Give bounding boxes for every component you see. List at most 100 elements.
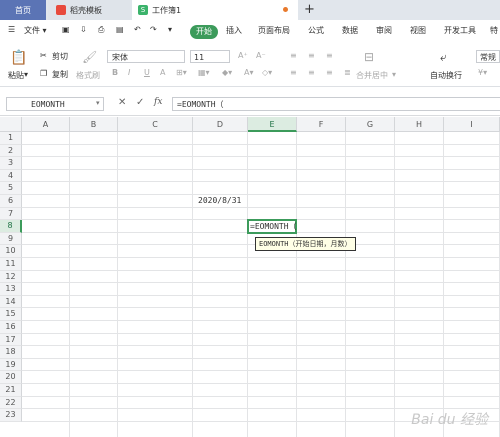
name-box[interactable]: EOMONTH — [6, 97, 104, 111]
font-shrink-icon[interactable]: A⁻ — [256, 51, 266, 60]
column-header-B[interactable]: B — [70, 117, 118, 132]
confirm-icon[interactable]: ✓ — [136, 97, 144, 108]
align-top-icon[interactable]: ≡ — [290, 51, 297, 60]
column-header-D[interactable]: D — [193, 117, 248, 132]
row-header-9[interactable]: 9 — [0, 232, 22, 246]
cell-E8[interactable]: =EOMONTH（ — [250, 221, 297, 232]
export-icon[interactable]: ⇩ — [80, 25, 87, 34]
tab-workbook[interactable]: S 工作簿1 — [132, 0, 298, 20]
wrap-text-button[interactable]: 自动换行 — [430, 70, 462, 81]
row-header-7[interactable]: 7 — [0, 207, 22, 221]
fill-color-icon[interactable]: ◆▾ — [222, 68, 232, 77]
tab-home[interactable]: 首页 — [0, 0, 46, 20]
paste-button[interactable]: 粘贴 — [8, 70, 24, 81]
row-header-13[interactable]: 13 — [0, 283, 22, 296]
gridline — [22, 143, 500, 145]
print-icon[interactable]: ⎙ — [98, 25, 104, 35]
menu-developer[interactable]: 开发工具 — [444, 25, 476, 36]
redo-icon[interactable]: ↷ — [150, 25, 157, 34]
align-left-icon[interactable]: ≡ — [290, 68, 297, 77]
gridline — [22, 156, 500, 158]
menu-view[interactable]: 视图 — [410, 25, 426, 36]
column-header-G[interactable]: G — [346, 117, 395, 132]
tab-docer-templates[interactable]: 稻壳模板 — [48, 0, 130, 20]
border-icon[interactable]: ⊞▾ — [176, 68, 187, 77]
row-header-12[interactable]: 12 — [0, 270, 22, 284]
row-header-21[interactable]: 21 — [0, 384, 22, 397]
menu-file[interactable]: 文件 ▾ — [24, 25, 47, 36]
align-middle-icon[interactable]: ≡ — [308, 51, 315, 60]
row-header-11[interactable]: 11 — [0, 258, 22, 271]
column-header-H[interactable]: H — [395, 117, 444, 132]
cut-button[interactable]: 剪切 — [52, 51, 68, 62]
menu-start[interactable]: 开始 — [190, 25, 218, 39]
save-icon[interactable]: ▣ — [62, 25, 70, 34]
chevron-down-icon[interactable]: ▾ — [392, 70, 396, 79]
row-header-5[interactable]: 5 — [0, 182, 22, 195]
row-header-4[interactable]: 4 — [0, 169, 22, 183]
column-header-F[interactable]: F — [297, 117, 346, 132]
row-header-23[interactable]: 23 — [0, 409, 22, 422]
row-header-19[interactable]: 19 — [0, 358, 22, 372]
column-header-C[interactable]: C — [118, 117, 193, 132]
chevron-down-icon[interactable]: ▾ — [96, 99, 100, 107]
underline-icon[interactable]: U — [144, 68, 150, 77]
row-header-17[interactable]: 17 — [0, 333, 22, 347]
row-header-20[interactable]: 20 — [0, 371, 22, 384]
grid-icon[interactable]: ▦▾ — [198, 68, 210, 77]
align-right-icon[interactable]: ≡ — [326, 68, 333, 77]
gridline — [394, 132, 395, 437]
add-tab-button[interactable]: + — [304, 2, 315, 17]
row-header-10[interactable]: 10 — [0, 245, 22, 258]
bold-icon[interactable]: B — [112, 68, 118, 77]
align-center-icon[interactable]: ≡ — [308, 68, 315, 77]
strikethrough-icon[interactable]: A — [160, 68, 165, 77]
spreadsheet-grid[interactable]: A B C D E F G H I 1 2 3 4 5 6 7 8 9 10 11 12 13 14 15 16 17 18 19 20… — [0, 117, 500, 437]
row-header-15[interactable]: 15 — [0, 308, 22, 321]
font-grow-icon[interactable]: A⁺ — [238, 51, 248, 60]
row-header-3[interactable]: 3 — [0, 157, 22, 170]
row-header-1[interactable]: 1 — [0, 132, 22, 145]
row-header-14[interactable]: 14 — [0, 295, 22, 309]
gridline — [22, 370, 500, 372]
cell-D6[interactable]: 2020/8/31 — [198, 196, 241, 205]
gridline — [22, 168, 500, 170]
row-header-8[interactable]: 8 — [0, 220, 22, 233]
font-color-icon[interactable]: A▾ — [244, 68, 254, 77]
row-header-22[interactable]: 22 — [0, 396, 22, 410]
hamburger-icon[interactable]: ☰ — [8, 25, 15, 34]
menu-insert[interactable]: 插入 — [226, 25, 242, 36]
merge-center-button[interactable]: 合并居中 — [356, 70, 388, 81]
cancel-icon[interactable]: ✕ — [118, 97, 126, 108]
menu-more[interactable]: 特 — [490, 25, 498, 36]
insert-function-icon[interactable]: fx — [154, 97, 162, 107]
italic-icon[interactable]: I — [128, 68, 130, 77]
menu-review[interactable]: 审阅 — [376, 25, 392, 36]
column-header-I[interactable]: I — [444, 117, 500, 132]
select-all-corner[interactable] — [0, 117, 22, 132]
paste-icon[interactable]: 📋 — [10, 50, 27, 66]
eraser-icon[interactable]: ◇▾ — [262, 68, 272, 77]
font-size-select[interactable]: 11 — [190, 50, 230, 63]
align-bottom-icon[interactable]: ≡ — [326, 51, 333, 60]
row-header-18[interactable]: 18 — [0, 346, 22, 359]
justify-icon[interactable]: ≣ — [344, 68, 351, 77]
column-header-A[interactable]: A — [22, 117, 70, 132]
number-format-select[interactable]: 常规 — [476, 50, 500, 63]
format-painter-button[interactable]: 格式刷 — [76, 70, 100, 81]
menu-formula[interactable]: 公式 — [308, 25, 324, 36]
font-name-select[interactable]: 宋体 — [107, 50, 185, 63]
menu-data[interactable]: 数据 — [342, 25, 358, 36]
print-preview-icon[interactable]: ▤ — [116, 25, 124, 34]
row-header-2[interactable]: 2 — [0, 144, 22, 158]
currency-icon[interactable]: ¥▾ — [478, 68, 487, 77]
chevron-down-icon[interactable]: ▾ — [168, 25, 172, 34]
menu-page-layout[interactable]: 页面布局 — [258, 25, 290, 36]
copy-button[interactable]: 复制 — [52, 69, 68, 80]
row-header-16[interactable]: 16 — [0, 321, 22, 334]
row-header-6[interactable]: 6 — [0, 195, 22, 208]
formula-input[interactable]: =EOMONTH（ — [172, 97, 500, 111]
column-header-E[interactable]: E — [248, 117, 297, 132]
undo-icon[interactable]: ↶ — [134, 25, 141, 34]
chevron-down-icon[interactable]: ▾ — [24, 70, 28, 79]
